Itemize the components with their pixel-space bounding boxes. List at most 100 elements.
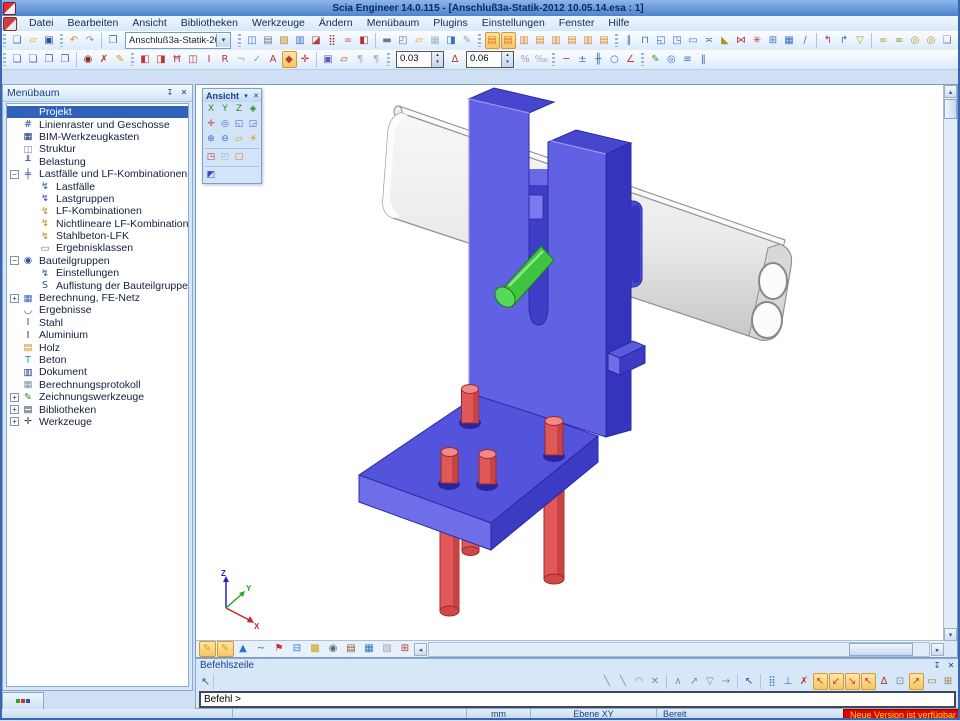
tree-item-bauteilgruppen[interactable]: −◉Bauteilgruppen: [7, 255, 188, 267]
tree-item-stahl[interactable]: IStahl: [7, 317, 188, 329]
new-document-icon[interactable]: ❏: [10, 32, 25, 49]
tree-item-berechnungsprotokoll[interactable]: ▦Berechnungsprotokoll: [7, 379, 188, 391]
tree-item-bim-werkzeugkasten[interactable]: ▦BIM-Werkzeugkasten: [7, 131, 188, 143]
close-icon[interactable]: ✕: [945, 660, 957, 672]
surface-icon[interactable]: ▲: [235, 641, 252, 657]
copy-attributes-4-icon[interactable]: ❐: [58, 51, 73, 68]
view-axo-icon[interactable]: ◈: [246, 102, 260, 117]
tree-item-lf-kombinationen[interactable]: ↯LF-Kombinationen: [7, 205, 188, 217]
menu-item-plugins[interactable]: Plugins: [426, 16, 474, 31]
pin-icon[interactable]: ↧: [164, 87, 176, 99]
snap-points-icon[interactable]: ⊞: [941, 673, 956, 690]
light-icon[interactable]: ☀: [246, 132, 260, 147]
save-icon[interactable]: ▣: [42, 32, 57, 49]
select-lasso-icon[interactable]: ↱: [837, 32, 852, 49]
select-poly-icon[interactable]: ▽: [853, 32, 868, 49]
gallery-icon[interactable]: ▤: [261, 32, 276, 49]
tree-item-lastfaelle[interactable]: ↯Lastfälle: [7, 180, 188, 192]
view-flag-6-icon[interactable]: ▤: [565, 32, 580, 49]
section-bb-icon[interactable]: ‖: [696, 51, 711, 68]
dot-size-spinner[interactable]: 0.03 ▴▾: [396, 51, 444, 68]
tree-item-holz[interactable]: ▤Holz: [7, 341, 188, 353]
expand-box-icon[interactable]: +: [10, 405, 19, 414]
snap-none-icon[interactable]: ✕: [648, 673, 663, 690]
angle-icon[interactable]: ∠: [623, 51, 638, 68]
image-view-icon[interactable]: ▧: [379, 641, 396, 657]
copy-attributes-2-icon[interactable]: ❏: [26, 51, 41, 68]
paste-visibility-icon[interactable]: ❐: [956, 32, 960, 49]
collapse-box-icon[interactable]: −: [10, 170, 19, 179]
panel-tab-icon[interactable]: [2, 692, 44, 710]
brush-icon[interactable]: ✗: [97, 51, 112, 68]
close-project-icon[interactable]: ❐: [106, 32, 121, 49]
spinner-down-icon[interactable]: ▾: [432, 59, 443, 66]
toolbar-grip[interactable]: [478, 34, 481, 47]
tree-item-lastgruppen[interactable]: ↯Lastgruppen: [7, 193, 188, 205]
binoculars-icon[interactable]: ◎: [908, 32, 923, 49]
print-preview-icon[interactable]: ◰: [396, 32, 411, 49]
member-frame-icon[interactable]: ◫: [186, 51, 201, 68]
toolbar-grip[interactable]: [615, 34, 618, 47]
snap-tangent-icon[interactable]: ∆: [877, 673, 892, 690]
zoom-in-icon[interactable]: ⊕: [204, 132, 218, 147]
tree-item-bibliotheken[interactable]: +▤Bibliotheken: [7, 403, 188, 415]
toolbar-grip[interactable]: [552, 53, 555, 66]
view-z-icon[interactable]: Z: [232, 102, 246, 117]
ratio-icon[interactable]: ‰: [534, 51, 549, 68]
menu-item-werkzeuge[interactable]: Werkzeuge: [245, 16, 312, 31]
scroll-up-icon[interactable]: ▴: [944, 85, 957, 98]
redo-icon[interactable]: ↷: [83, 32, 98, 49]
free-line-icon[interactable]: ∕: [798, 32, 813, 49]
snap-center-icon[interactable]: ⊡: [893, 673, 908, 690]
print-icon[interactable]: ▬: [380, 32, 395, 49]
bracket-fork[interactable]: [469, 88, 645, 437]
member-r-icon[interactable]: R: [218, 51, 233, 68]
view-flag-7-icon[interactable]: ▥: [581, 32, 596, 49]
circle-icon[interactable]: ○: [607, 51, 622, 68]
tree-item-lastfaelle-und-lf-kombinationen[interactable]: −╪Lastfälle und LF-Kombinationen: [7, 168, 188, 180]
toolbar-grip[interactable]: [3, 53, 6, 66]
command-panel-header[interactable]: Befehlszeile ↧ ✕: [196, 659, 959, 672]
wall-icon[interactable]: ◳: [670, 32, 685, 49]
member-profile-icon[interactable]: I: [202, 51, 217, 68]
member-rotate-icon[interactable]: ◨: [154, 51, 169, 68]
tree-item-linienraster-und-geschosse[interactable]: #Linienraster und Geschosse: [7, 118, 188, 130]
scale-icon[interactable]: %: [518, 51, 533, 68]
vertical-scrollbar-thumb[interactable]: [944, 99, 957, 119]
copy-attributes-1-icon[interactable]: ❏: [10, 51, 25, 68]
zoom-window-icon[interactable]: ◱: [232, 117, 246, 132]
snap-node-icon[interactable]: ∧: [671, 673, 686, 690]
tree-item-aluminium[interactable]: IAluminium: [7, 329, 188, 341]
section-icon[interactable]: ⊟: [289, 641, 306, 657]
snap-line-2-icon[interactable]: ╲: [616, 673, 631, 690]
menu-tree-panel-header[interactable]: Menübaum ↧ ✕: [3, 85, 192, 102]
snap-edge-icon[interactable]: ▭: [925, 673, 940, 690]
snap-intersect-icon[interactable]: ↘: [845, 673, 860, 690]
toolbar-grip[interactable]: [3, 34, 6, 47]
snap-midpoint-icon[interactable]: ↙: [829, 673, 844, 690]
move-icon[interactable]: ✛: [298, 51, 313, 68]
select-cursor-icon[interactable]: ↰: [821, 32, 836, 49]
project-combobox[interactable]: Anschluß3a-Statik-20: ▾: [125, 32, 231, 49]
collapse-box-icon[interactable]: −: [10, 256, 19, 265]
tree-item-berechnung-fe-netz[interactable]: +▦Berechnung, FE-Netz: [7, 292, 188, 304]
zoom-selection-icon[interactable]: ◲: [246, 117, 260, 132]
color-pencil-icon[interactable]: ✎: [648, 51, 663, 68]
tree-item-nichtlineare-lf-kombinationen[interactable]: ↯Nichtlineare LF-Kombinationen: [7, 218, 188, 230]
tree-item-projekt[interactable]: ▣Projekt: [7, 106, 188, 118]
view-flag-5-icon[interactable]: ▥: [549, 32, 564, 49]
model-viewport[interactable]: Z Y X Ansicht ▾ ✕ XYZ◈ ✛◎◱◲ ⊕⊖▱☀ ◳◰▢ ◩ ▴…: [195, 84, 958, 658]
view-67b-icon[interactable]: ¶: [369, 51, 384, 68]
view-67a-icon[interactable]: ¶: [353, 51, 368, 68]
tree-item-ergebnisse[interactable]: ◡Ergebnisse: [7, 304, 188, 316]
snap-reset-icon[interactable]: ✗: [797, 673, 812, 690]
ortho-icon[interactable]: ⊥: [781, 673, 796, 690]
point-grid-icon[interactable]: ⣿: [325, 32, 340, 49]
toolbar-grip[interactable]: [131, 53, 134, 66]
table-composer-icon[interactable]: ▦: [428, 32, 443, 49]
menu-item-bibliotheken[interactable]: Bibliotheken: [174, 16, 245, 31]
snap-endpoint-icon[interactable]: ↖: [813, 673, 828, 690]
snap-line-1-icon[interactable]: ╲: [600, 673, 615, 690]
snap-arc-icon[interactable]: ◠: [632, 673, 647, 690]
load-panel-icon[interactable]: ▦: [782, 32, 797, 49]
